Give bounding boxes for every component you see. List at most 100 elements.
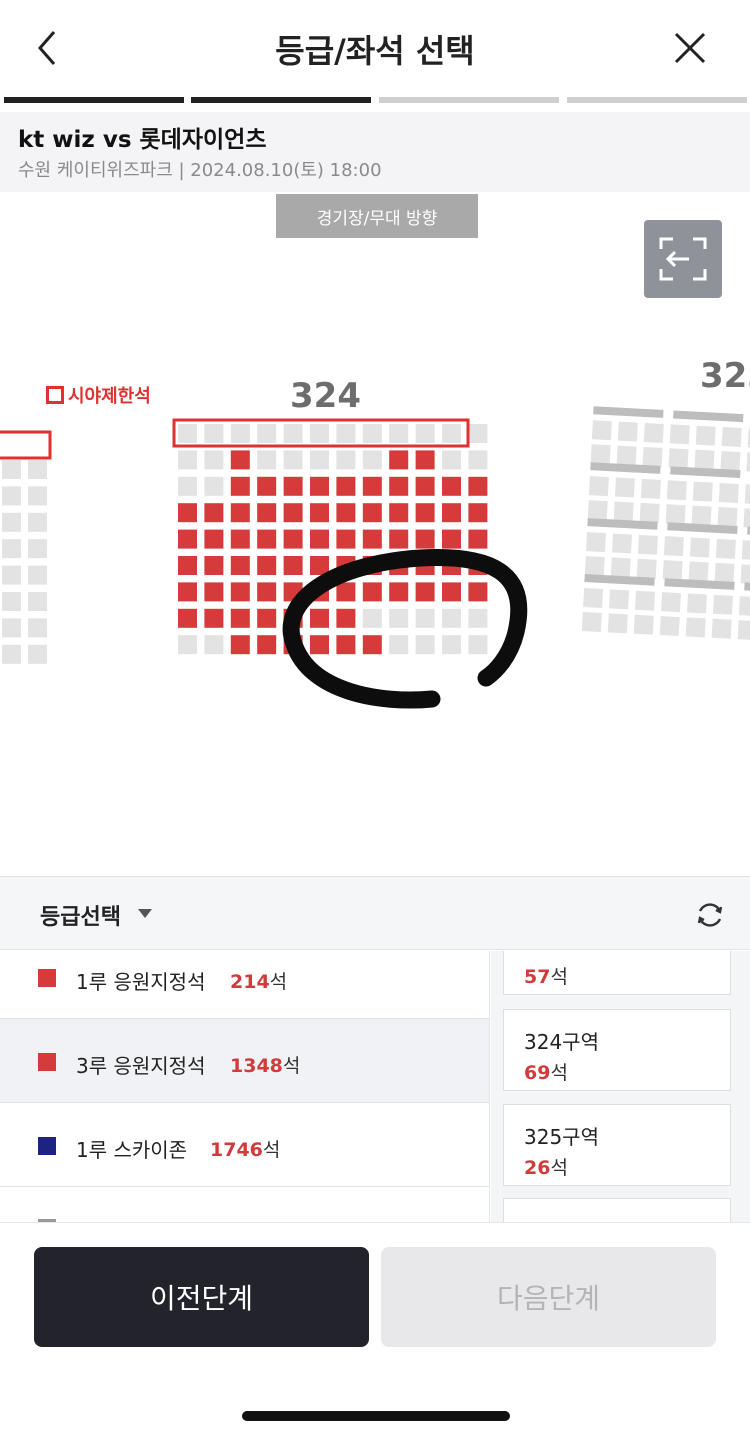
prev-step-button[interactable]: 이전단계 <box>34 1247 369 1347</box>
seat-available[interactable] <box>283 529 303 549</box>
seat-available[interactable] <box>389 476 409 496</box>
seat-map[interactable]: 경기장/무대 방향 시야제한석 324 323 <box>0 192 750 876</box>
seat-available[interactable] <box>310 529 329 549</box>
seat-available[interactable] <box>178 582 197 602</box>
seat-available[interactable] <box>468 503 488 523</box>
seat-unavailable <box>442 635 461 655</box>
seat-available[interactable] <box>257 556 277 575</box>
seat-available[interactable] <box>230 556 250 575</box>
seat-available[interactable] <box>257 529 277 549</box>
seat-available[interactable] <box>362 529 382 549</box>
refresh-button[interactable] <box>694 899 726 931</box>
seat-unavailable <box>2 592 21 611</box>
seat-available[interactable] <box>257 582 277 602</box>
seat-available[interactable] <box>336 476 356 496</box>
seat-available[interactable] <box>257 635 277 655</box>
seat-available[interactable] <box>389 529 409 549</box>
seat-available[interactable] <box>336 582 356 602</box>
seat-available[interactable] <box>178 529 197 549</box>
seat-unavailable <box>718 482 739 503</box>
seat-unavailable <box>616 445 637 466</box>
seat-available[interactable] <box>389 582 409 602</box>
seat-available[interactable] <box>468 582 488 602</box>
seat-available[interactable] <box>442 582 461 602</box>
next-step-button[interactable]: 다음단계 <box>381 1247 716 1347</box>
seat-available[interactable] <box>362 635 382 655</box>
seat-available[interactable] <box>283 476 303 496</box>
seat-available[interactable] <box>230 529 250 549</box>
seat-available[interactable] <box>204 529 224 549</box>
zone-seat-count: 26석 <box>524 1157 568 1179</box>
seat-unavailable <box>643 422 664 443</box>
grade-item[interactable]: 1루 응원지정석 214석 <box>0 951 489 1019</box>
grade-color-swatch <box>38 969 56 987</box>
seat-available[interactable] <box>362 503 382 523</box>
grade-item[interactable] <box>0 1187 489 1223</box>
seat-available[interactable] <box>362 476 382 496</box>
seat-available[interactable] <box>310 476 329 496</box>
seat-available[interactable] <box>230 635 250 655</box>
seat-available[interactable] <box>442 529 461 549</box>
zone-seat-count: 69석 <box>524 1062 568 1084</box>
seat-available[interactable] <box>415 582 435 602</box>
seat-available[interactable] <box>415 503 435 523</box>
seat-available[interactable] <box>257 608 277 628</box>
zone-card[interactable]: 325구역 26석 <box>503 1104 731 1186</box>
seat-available[interactable] <box>310 503 329 523</box>
seat-available[interactable] <box>178 556 197 575</box>
zone-name: 324구역 <box>524 1030 599 1054</box>
seat-available[interactable] <box>230 608 250 628</box>
limited-view-marker <box>46 386 64 404</box>
seat-unavailable <box>694 449 715 470</box>
seat-available[interactable] <box>336 503 356 523</box>
seat-available[interactable] <box>204 608 224 628</box>
seat-available[interactable] <box>389 450 409 470</box>
seat-available[interactable] <box>362 582 382 602</box>
seat-available[interactable] <box>415 450 435 470</box>
seat-available[interactable] <box>336 635 356 655</box>
fullscreen-button[interactable] <box>644 220 722 298</box>
grade-select-bar[interactable]: 등급선택 <box>0 876 750 950</box>
seat-available[interactable] <box>310 635 329 655</box>
seat-unavailable <box>442 450 461 470</box>
seat-available[interactable] <box>415 476 435 496</box>
seat-available[interactable] <box>204 556 224 575</box>
seat-unavailable <box>640 478 661 499</box>
seat-available[interactable] <box>415 529 435 549</box>
seat-available[interactable] <box>310 608 329 628</box>
grade-select-title[interactable]: 등급선택 <box>40 899 121 931</box>
seat-available[interactable] <box>230 582 250 602</box>
seat-available[interactable] <box>310 556 329 575</box>
zone-card[interactable]: 57석 <box>503 951 731 995</box>
seat-available[interactable] <box>230 503 250 523</box>
grade-item-selected[interactable]: 3루 응원지정석 1348석 <box>0 1019 489 1103</box>
seat-available[interactable] <box>336 608 356 628</box>
seat-available[interactable] <box>257 476 277 496</box>
seat-available[interactable] <box>336 529 356 549</box>
seat-grid[interactable] <box>0 192 750 876</box>
seat-available[interactable] <box>283 503 303 523</box>
close-button[interactable] <box>668 26 712 70</box>
seat-available[interactable] <box>178 503 197 523</box>
seat-available[interactable] <box>230 476 250 496</box>
seat-available[interactable] <box>178 608 197 628</box>
seat-available[interactable] <box>442 503 461 523</box>
seat-available[interactable] <box>468 476 488 496</box>
seat-available[interactable] <box>204 582 224 602</box>
row-bar <box>673 410 744 423</box>
seat-available[interactable] <box>230 450 250 470</box>
seat-unavailable <box>178 450 197 470</box>
seat-available[interactable] <box>257 503 277 523</box>
zone-name: 325구역 <box>524 1125 599 1149</box>
seat-available[interactable] <box>468 529 488 549</box>
zone-card[interactable]: 324구역 69석 <box>503 1009 731 1091</box>
seat-available[interactable] <box>442 476 461 496</box>
zone-card[interactable] <box>503 1198 731 1223</box>
grade-item[interactable]: 1루 스카이존 1746석 <box>0 1103 489 1187</box>
seat-available[interactable] <box>389 503 409 523</box>
seat-unavailable <box>415 424 435 443</box>
seat-unavailable <box>685 617 706 638</box>
seat-available[interactable] <box>204 503 224 523</box>
seat-available[interactable] <box>283 556 303 575</box>
caret-down-icon[interactable] <box>138 909 152 918</box>
